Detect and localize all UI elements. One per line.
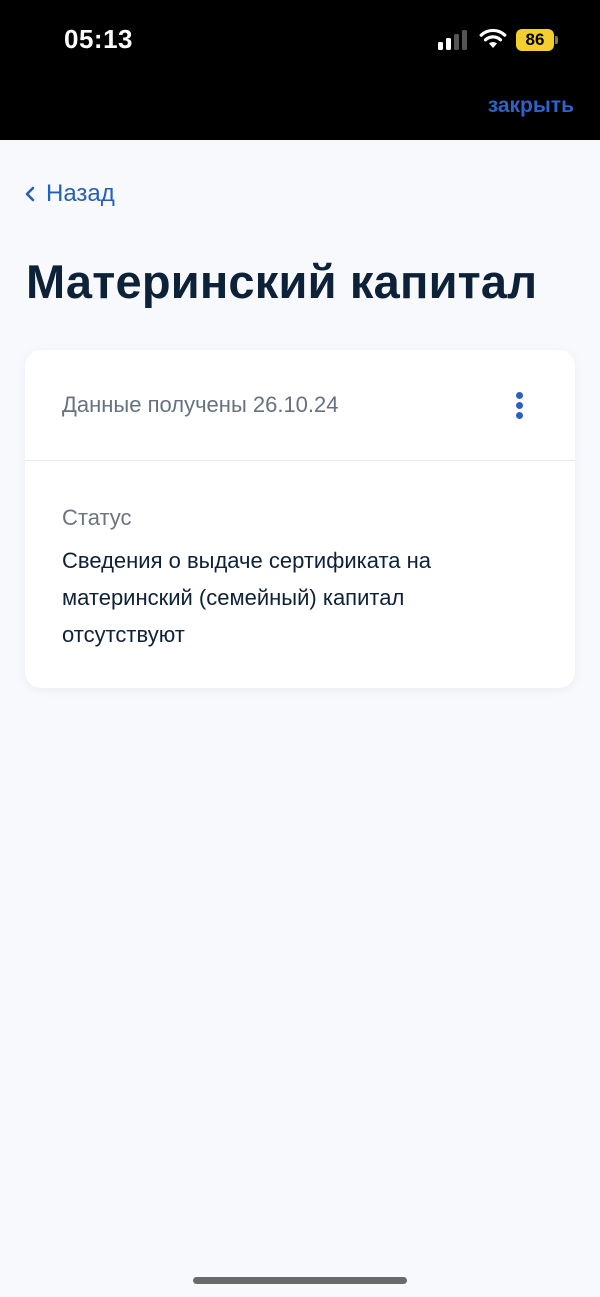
data-received-date: Данные получены 26.10.24: [62, 392, 339, 417]
cellular-signal-icon: [438, 30, 470, 50]
back-button[interactable]: Назад: [24, 180, 115, 208]
info-card: Данные получены 26.10.24 Статус Сведения…: [25, 350, 575, 688]
screen: 05:13 86 закрыть Назад Материнский капит…: [0, 0, 600, 1297]
wifi-icon: [479, 28, 507, 48]
more-vertical-icon[interactable]: [507, 390, 531, 420]
home-indicator[interactable]: [193, 1277, 407, 1284]
battery-level: 86: [516, 29, 554, 51]
page-title: Материнский капитал: [26, 255, 538, 308]
back-label: Назад: [46, 180, 115, 207]
status-label: Статус: [62, 505, 132, 530]
card-header: Данные получены 26.10.24: [25, 350, 575, 461]
status-time: 05:13: [64, 24, 133, 54]
battery-tip: [555, 36, 558, 44]
close-button[interactable]: закрыть: [488, 94, 574, 118]
status-value: Сведения о выдаче сертификата на материн…: [62, 548, 432, 647]
top-bar: 05:13 86 закрыть: [0, 0, 600, 140]
battery-icon: 86: [516, 29, 558, 51]
chevron-left-icon: [25, 186, 35, 202]
